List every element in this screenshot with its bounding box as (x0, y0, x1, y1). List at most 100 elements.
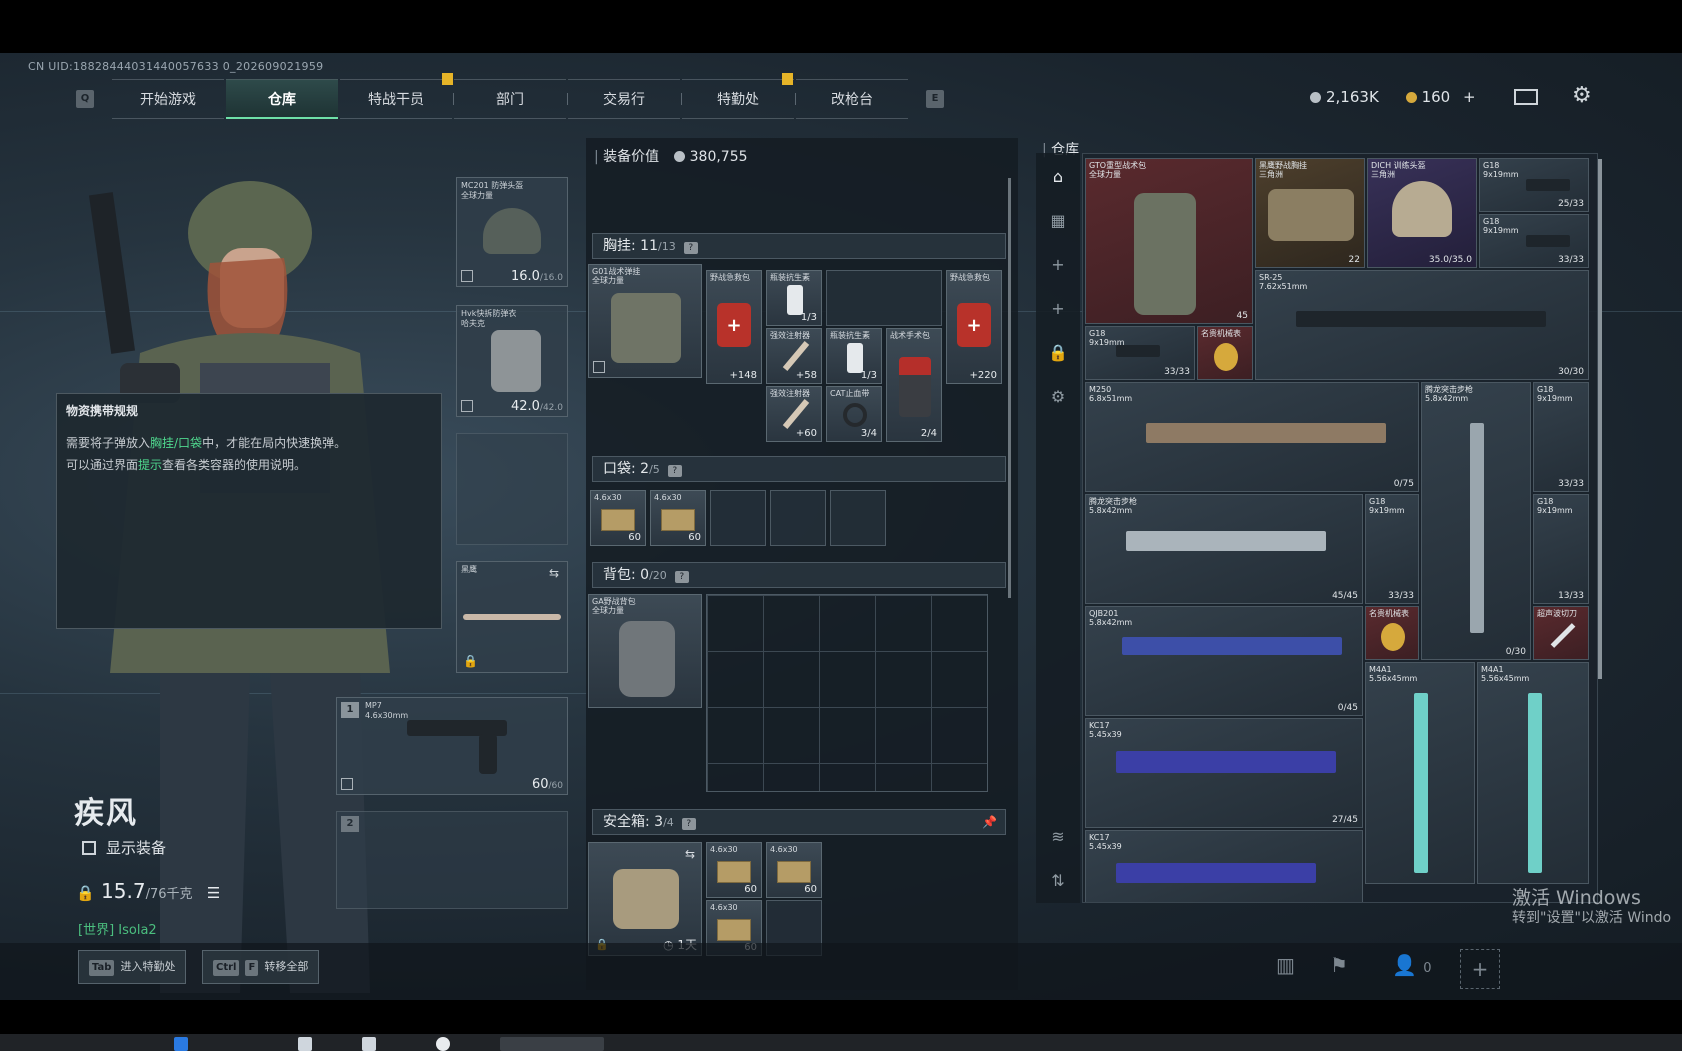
taskbar-app-icon[interactable] (362, 1037, 376, 1051)
enter-special-ops-button[interactable]: Tab 进入特勤处 (78, 950, 187, 984)
layers-icon[interactable]: ≋ (1048, 827, 1068, 847)
storage-item[interactable]: M250 6.8x51mm 0/75 (1085, 382, 1419, 492)
add-friend-button[interactable]: + (1460, 949, 1500, 989)
loadout-scrollbar[interactable] (1008, 178, 1011, 598)
storage-item[interactable]: G18 9x19mm 33/33 (1533, 382, 1589, 492)
weight-list-icon[interactable]: ☰ (207, 884, 220, 902)
storage-item[interactable]: GTO重型战术包 全球力量 45 (1085, 158, 1253, 324)
chest-item[interactable]: 瓶装抗生素 1/3 (766, 270, 822, 326)
chest-item[interactable]: 野战急救包+148 (706, 270, 762, 384)
storage-item[interactable]: 名贵机械表 (1365, 606, 1419, 660)
carry-weight: 🔒 15.7/76千克 ☰ (76, 879, 221, 903)
world-channel[interactable]: [世界] Isola2 (78, 919, 157, 938)
pin-icon[interactable]: 📌 (982, 810, 997, 834)
storage-item[interactable]: M4A1 5.56x45mm (1365, 662, 1475, 884)
storage-item[interactable]: 腾龙突击步枪 5.8x42mm 0/30 (1421, 382, 1531, 660)
melee-slot[interactable]: 黑鹰 ⇆ 🔒 (456, 561, 568, 673)
chest-rig-header: 胸挂: 11/13? (592, 233, 1006, 259)
tab-warehouse[interactable]: 仓库 (226, 79, 338, 119)
add-currency-button[interactable]: + (1463, 88, 1476, 106)
chest-item[interactable]: CAT止血带 3/4 (826, 386, 882, 442)
chest-help-icon[interactable]: ? (683, 242, 698, 254)
pocket-item[interactable]: 4.6x30 60 (590, 490, 646, 546)
pocket-empty-cell[interactable] (770, 490, 826, 546)
show-equipment-toggle[interactable]: 显示装备 (82, 837, 166, 858)
pocket-help-icon[interactable]: ? (667, 465, 682, 477)
storage-item[interactable]: DICH 训练头盔 三角洲 35.0/35.0 (1367, 158, 1477, 268)
chest-item[interactable]: 强效注射器 +58 (766, 328, 822, 384)
storage-item[interactable]: G18 9x19mm 33/33 (1479, 214, 1589, 268)
chest-empty-cell[interactable] (826, 270, 942, 326)
sort-icon[interactable]: ⇅ (1048, 871, 1068, 891)
storage-item[interactable]: 名贵机械表 (1197, 326, 1253, 380)
tab-special-ops[interactable]: 特勤处 (682, 79, 794, 119)
chest-rig-item[interactable]: G01战术弹挂 全球力量 (588, 264, 702, 378)
primary-weapon-slot[interactable]: 1 MP7 4.6x30mm 60/60 (336, 697, 568, 795)
chest-item[interactable]: 野战急救包+220 (946, 270, 1002, 384)
helmet-slot[interactable]: MC201 防弹头盔 全球力量 16.0/16.0 (456, 177, 568, 287)
settings-gear-icon[interactable]: ⚙ (1572, 83, 1592, 108)
swap-icon[interactable]: ⇆ (685, 847, 695, 861)
pocket-empty-cell[interactable] (830, 490, 886, 546)
pocket-item[interactable]: 4.6x30 60 (650, 490, 706, 546)
safe-item[interactable]: 4.6x3060 (706, 842, 762, 898)
storage-item[interactable]: M4A1 5.56x45mm (1477, 662, 1589, 884)
primary-weapon-name: MP7 4.6x30mm (365, 701, 409, 720)
transfer-all-button[interactable]: Ctrl F 转移全部 (202, 950, 320, 984)
nav-prev-key[interactable]: Q (76, 90, 94, 108)
checkbox[interactable] (82, 841, 96, 855)
safe-help-icon[interactable]: ? (681, 818, 696, 830)
armor-slot[interactable]: Hvk快拆防弹衣 哈夫克 42.0/42.0 (456, 305, 568, 417)
backpack-item[interactable]: GA野战背包 全球力量 (588, 594, 702, 708)
backpack-help-icon[interactable]: ? (674, 571, 689, 583)
storage-item[interactable]: G18 9x19mm 33/33 (1085, 326, 1195, 380)
friends-icon[interactable]: 👤 0 (1392, 953, 1432, 977)
storage-item[interactable]: KC17 5.45x39 27/45 (1085, 718, 1363, 828)
pistol-slot-empty[interactable] (456, 433, 568, 545)
safe-box-item[interactable]: ⇆ 🔒 ◷ 1天 (588, 842, 702, 956)
tab-department[interactable]: 部门 (454, 79, 566, 119)
storage-item[interactable]: 黑鹰野战胸挂 三角洲 22 (1255, 158, 1365, 268)
taskbar-app-icon[interactable] (436, 1037, 450, 1051)
swap-icon[interactable]: ⇆ (549, 566, 559, 580)
add-tab-icon[interactable]: + (1048, 255, 1068, 275)
storage-item[interactable]: SR-25 7.62x51mm 30/30 (1255, 270, 1589, 380)
mail-icon[interactable] (1514, 89, 1538, 105)
storage-home-icon[interactable]: ⌂ (1048, 167, 1068, 187)
nav-next-key[interactable]: E (926, 90, 944, 108)
storage-item[interactable]: QJB201 5.8x42mm 0/45 (1085, 606, 1363, 716)
safe-item[interactable]: 4.6x3060 (766, 842, 822, 898)
screen: CN UID:18828444031440057633 0_2026090219… (0, 0, 1682, 1051)
chest-item[interactable]: 战术手术包 2/4 (886, 328, 942, 442)
storage-scrollbar[interactable] (1598, 159, 1602, 679)
tourniquet-image (843, 403, 867, 427)
taskbar-app-icon[interactable] (174, 1037, 188, 1051)
currency-bar: 2,163K 160 + (1310, 88, 1476, 106)
secondary-weapon-slot[interactable]: 2 (336, 811, 568, 909)
settings-icon[interactable]: ⚙ (1048, 387, 1068, 407)
tab-operators[interactable]: 特战干员 (340, 79, 452, 119)
tab-gunsmith[interactable]: 改枪台 (796, 79, 908, 119)
taskbar-active-app[interactable] (500, 1037, 604, 1051)
armor-name: Hvk快拆防弹衣 哈夫克 (461, 309, 517, 328)
storage-item[interactable]: G18 9x19mm 25/33 (1479, 158, 1589, 212)
pocket-empty-cell[interactable] (710, 490, 766, 546)
storage-item[interactable]: 腾龙突击步枪 5.8x42mm 45/45 (1085, 494, 1363, 604)
storage-item[interactable]: KC17 5.45x39 (1085, 830, 1363, 902)
flag-icon[interactable]: ⚑ (1330, 953, 1348, 977)
storage-item[interactable]: 超声波切刀 (1533, 606, 1589, 660)
tab-trade[interactable]: 交易行 (568, 79, 680, 119)
add-tab-icon[interactable]: + (1048, 299, 1068, 319)
storage-item[interactable]: G18 9x19mm 13/33 (1533, 494, 1589, 604)
lock-icon[interactable]: 🔒 (1048, 343, 1068, 363)
tab-start-game[interactable]: 开始游戏 (112, 79, 224, 119)
storage-filter-icon[interactable]: ▦ (1048, 211, 1068, 231)
stats-icon[interactable]: ▥ (1276, 953, 1295, 977)
taskbar-app-icon[interactable] (298, 1037, 312, 1051)
storage-item[interactable]: G18 9x19mm 33/33 (1365, 494, 1419, 604)
windows-activation-hint: 转到"设置"以激活 Windo (1512, 910, 1672, 926)
backpack-grid[interactable] (706, 594, 988, 792)
chest-item[interactable]: 强效注射器 +60 (766, 386, 822, 442)
ammo-box-image (777, 861, 811, 883)
chest-item[interactable]: 瓶装抗生素 1/3 (826, 328, 882, 384)
